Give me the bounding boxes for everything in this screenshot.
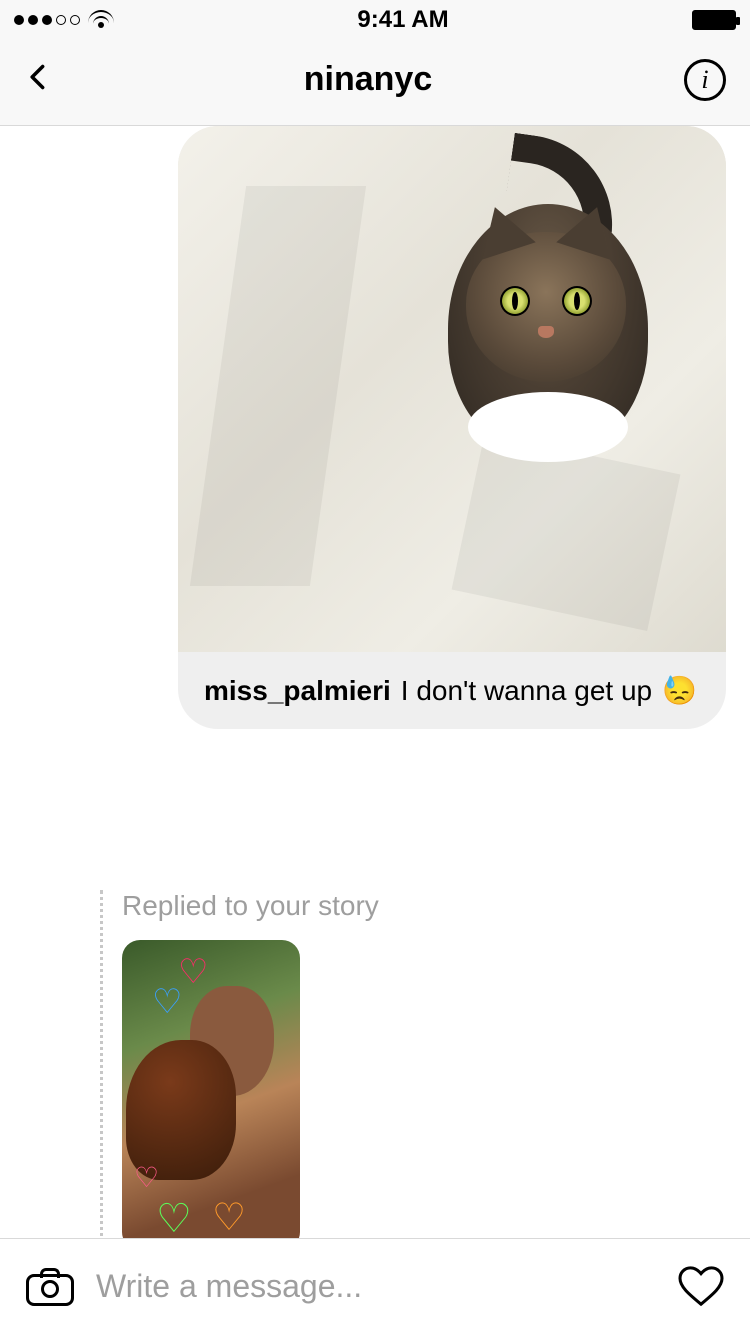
sent-shared-post[interactable]: miss_palmieri I don't wanna get up 😓 [178, 126, 726, 729]
sweat-emoji-icon: 😓 [662, 674, 697, 707]
reply-thread-line [100, 890, 103, 1238]
heart-outline-icon [680, 1267, 722, 1303]
heart-icon: ♡ [156, 1196, 192, 1238]
messages-area[interactable]: miss_palmieri I don't wanna get up 😓 Rep… [0, 126, 750, 1238]
camera-button[interactable] [26, 1268, 74, 1306]
message-composer [0, 1238, 750, 1334]
wifi-icon [88, 10, 114, 30]
signal-dots-icon [14, 15, 80, 25]
message-input[interactable] [96, 1268, 656, 1305]
incoming-story-reply: Replied to your story ♡ ♡ ♡ ♡ ♡ [100, 890, 379, 1238]
heart-icon: ♡ [178, 952, 208, 992]
info-icon: i [701, 65, 708, 95]
status-time: 9:41 AM [357, 6, 448, 34]
shared-post-text: I don't wanna get up [401, 675, 652, 707]
heart-icon: ♡ [134, 1161, 159, 1194]
shared-post-caption[interactable]: miss_palmieri I don't wanna get up 😓 [178, 652, 726, 729]
status-bar: 9:41 AM [0, 0, 750, 40]
back-button[interactable] [24, 63, 52, 96]
reply-context-label: Replied to your story [122, 890, 379, 922]
heart-icon: ♡ [152, 982, 182, 1022]
status-left [14, 10, 114, 30]
battery-icon [692, 10, 736, 30]
shared-post-image[interactable] [178, 126, 726, 652]
like-button[interactable] [678, 1266, 724, 1308]
chat-title[interactable]: ninanyc [304, 60, 432, 99]
shared-post-author: miss_palmieri [204, 675, 391, 707]
chevron-left-icon [24, 63, 52, 91]
story-thumbnail[interactable]: ♡ ♡ ♡ ♡ ♡ [122, 940, 300, 1238]
chat-header: ninanyc i [0, 40, 750, 126]
status-right [692, 10, 736, 30]
info-button[interactable]: i [684, 59, 726, 101]
heart-icon: ♡ [212, 1195, 246, 1238]
